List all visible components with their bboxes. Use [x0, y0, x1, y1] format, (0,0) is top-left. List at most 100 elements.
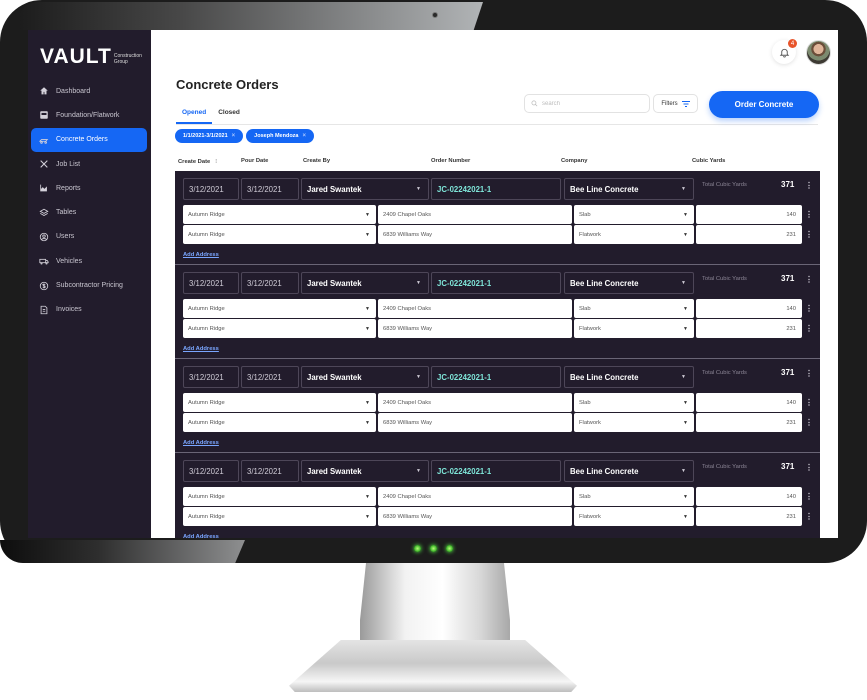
created-by-select[interactable]: Jared Swantek ▼: [301, 366, 429, 388]
user-avatar[interactable]: [806, 40, 831, 65]
more-options-icon[interactable]: ⋮: [805, 325, 813, 333]
add-address-link[interactable]: Add Address: [183, 346, 219, 352]
job-select[interactable]: Autumn Ridge ▼: [183, 299, 376, 318]
close-icon[interactable]: ×: [232, 133, 236, 139]
job-select[interactable]: Autumn Ridge ▼: [183, 413, 376, 432]
sidebar-item-reports[interactable]: Reports: [31, 176, 147, 200]
tab-closed[interactable]: Closed: [212, 109, 246, 124]
job-select[interactable]: Autumn Ridge ▼: [183, 319, 376, 338]
created-by-select[interactable]: Jared Swantek ▼: [301, 178, 429, 200]
cubic-yards-field[interactable]: 231: [696, 413, 802, 432]
order-number-field[interactable]: JC-02242021-1: [431, 366, 561, 388]
cubic-yards-field[interactable]: 231: [696, 225, 802, 244]
created-by-select[interactable]: Jared Swantek ▼: [301, 272, 429, 294]
sidebar-item-subcontractor-pricing[interactable]: Subcontractor Pricing: [31, 273, 147, 297]
tab-opened[interactable]: Opened: [176, 109, 213, 124]
address-field[interactable]: 2409 Chapel Oaks: [378, 487, 572, 506]
more-options-icon[interactable]: ⋮: [805, 211, 813, 219]
filters-button[interactable]: Filters: [653, 94, 698, 113]
more-options-icon[interactable]: ⋮: [805, 493, 813, 501]
sidebar-item-concrete-orders[interactable]: Concrete Orders: [31, 127, 147, 152]
column-header-create-by[interactable]: Create By: [303, 158, 330, 164]
sort-icon[interactable]: ⁝: [215, 158, 217, 165]
more-options-icon[interactable]: ⋮: [805, 305, 813, 313]
company-select[interactable]: Bee Line Concrete ▼: [564, 366, 694, 388]
created-by-select[interactable]: Jared Swantek ▼: [301, 460, 429, 482]
add-address-link[interactable]: Add Address: [183, 534, 219, 538]
pour-type-select[interactable]: Slab ▼: [574, 487, 694, 506]
create-date-field[interactable]: 3/12/2021: [183, 460, 239, 482]
filter-chip-user[interactable]: Joseph Mendoza ×: [246, 129, 314, 143]
sidebar-item-tables[interactable]: Tables: [31, 200, 147, 224]
more-options-icon[interactable]: ⋮: [805, 419, 813, 427]
pour-type-select[interactable]: Slab ▼: [574, 299, 694, 318]
address-field[interactable]: 6839 Williams Way: [378, 319, 572, 338]
address-field[interactable]: 2409 Chapel Oaks: [378, 299, 572, 318]
job-select[interactable]: Autumn Ridge ▼: [183, 487, 376, 506]
job-select[interactable]: Autumn Ridge ▼: [183, 225, 376, 244]
sidebar-item-users[interactable]: Users: [31, 225, 147, 249]
field-value: JC-02242021-1: [437, 184, 492, 194]
pour-type-select[interactable]: Slab ▼: [574, 205, 694, 224]
job-select[interactable]: Autumn Ridge ▼: [183, 393, 376, 412]
more-options-icon[interactable]: ⋮: [805, 276, 813, 284]
cubic-yards-field[interactable]: 231: [696, 319, 802, 338]
column-header-create-date[interactable]: Create Date ⁝: [178, 158, 217, 166]
order-concrete-button[interactable]: Order Concrete: [709, 91, 819, 118]
more-options-icon[interactable]: ⋮: [805, 182, 813, 190]
cubic-yards-field[interactable]: 140: [696, 487, 802, 506]
more-options-icon[interactable]: ⋮: [805, 513, 813, 521]
address-field[interactable]: 6839 Williams Way: [378, 225, 572, 244]
column-header-pour-date[interactable]: Pour Date: [241, 158, 268, 164]
field-value: 231: [786, 513, 796, 520]
logo[interactable]: VAULT Construction Group: [40, 46, 142, 67]
address-field[interactable]: 2409 Chapel Oaks: [378, 393, 572, 412]
create-date-field[interactable]: 3/12/2021: [183, 178, 239, 200]
pour-date-field[interactable]: 3/12/2021: [241, 272, 299, 294]
cubic-yards-field[interactable]: 140: [696, 393, 802, 412]
search-input[interactable]: [542, 100, 642, 107]
order-number-field[interactable]: JC-02242021-1: [431, 460, 561, 482]
pour-type-select[interactable]: Flatwork ▼: [574, 507, 694, 526]
sidebar-item-vehicles[interactable]: Vehicles: [31, 249, 147, 273]
column-header-order-number[interactable]: Order Number: [431, 158, 470, 164]
cubic-yards-field[interactable]: 140: [696, 205, 802, 224]
more-options-icon[interactable]: ⋮: [805, 464, 813, 472]
company-select[interactable]: Bee Line Concrete ▼: [564, 460, 694, 482]
pour-date-field[interactable]: 3/12/2021: [241, 460, 299, 482]
company-select[interactable]: Bee Line Concrete ▼: [564, 178, 694, 200]
add-address-link[interactable]: Add Address: [183, 440, 219, 446]
job-select[interactable]: Autumn Ridge ▼: [183, 507, 376, 526]
field-value: 2409 Chapel Oaks: [383, 305, 432, 312]
sidebar-item-invoices[interactable]: Invoices: [31, 298, 147, 322]
sidebar-item-dashboard[interactable]: Dashboard: [31, 79, 147, 103]
address-field[interactable]: 6839 Williams Way: [378, 413, 572, 432]
cubic-yards-field[interactable]: 231: [696, 507, 802, 526]
create-date-field[interactable]: 3/12/2021: [183, 366, 239, 388]
filter-chip-date-range[interactable]: 1/1/2021-3/1/2021 ×: [175, 129, 244, 143]
company-select[interactable]: Bee Line Concrete ▼: [564, 272, 694, 294]
pour-date-field[interactable]: 3/12/2021: [241, 366, 299, 388]
create-date-field[interactable]: 3/12/2021: [183, 272, 239, 294]
more-options-icon[interactable]: ⋮: [805, 231, 813, 239]
pour-type-select[interactable]: Flatwork ▼: [574, 225, 694, 244]
add-address-link[interactable]: Add Address: [183, 252, 219, 258]
cubic-yards-field[interactable]: 140: [696, 299, 802, 318]
column-header-cubic-yards[interactable]: Cubic Yards: [692, 158, 725, 164]
pour-date-field[interactable]: 3/12/2021: [241, 178, 299, 200]
order-number-field[interactable]: JC-02242021-1: [431, 178, 561, 200]
more-options-icon[interactable]: ⋮: [805, 399, 813, 407]
pour-type-select[interactable]: Slab ▼: [574, 393, 694, 412]
order-number-field[interactable]: JC-02242021-1: [431, 272, 561, 294]
sidebar-item-job-list[interactable]: Job List: [31, 152, 147, 176]
job-select[interactable]: Autumn Ridge ▼: [183, 205, 376, 224]
search-field[interactable]: [524, 94, 650, 113]
close-icon[interactable]: ×: [302, 133, 306, 139]
column-header-company[interactable]: Company: [561, 158, 587, 164]
pour-type-select[interactable]: Flatwork ▼: [574, 319, 694, 338]
pour-type-select[interactable]: Flatwork ▼: [574, 413, 694, 432]
more-options-icon[interactable]: ⋮: [805, 370, 813, 378]
address-field[interactable]: 6839 Williams Way: [378, 507, 572, 526]
sidebar-item-foundation-flatwork[interactable]: Foundation/Flatwork: [31, 103, 147, 127]
address-field[interactable]: 2409 Chapel Oaks: [378, 205, 572, 224]
